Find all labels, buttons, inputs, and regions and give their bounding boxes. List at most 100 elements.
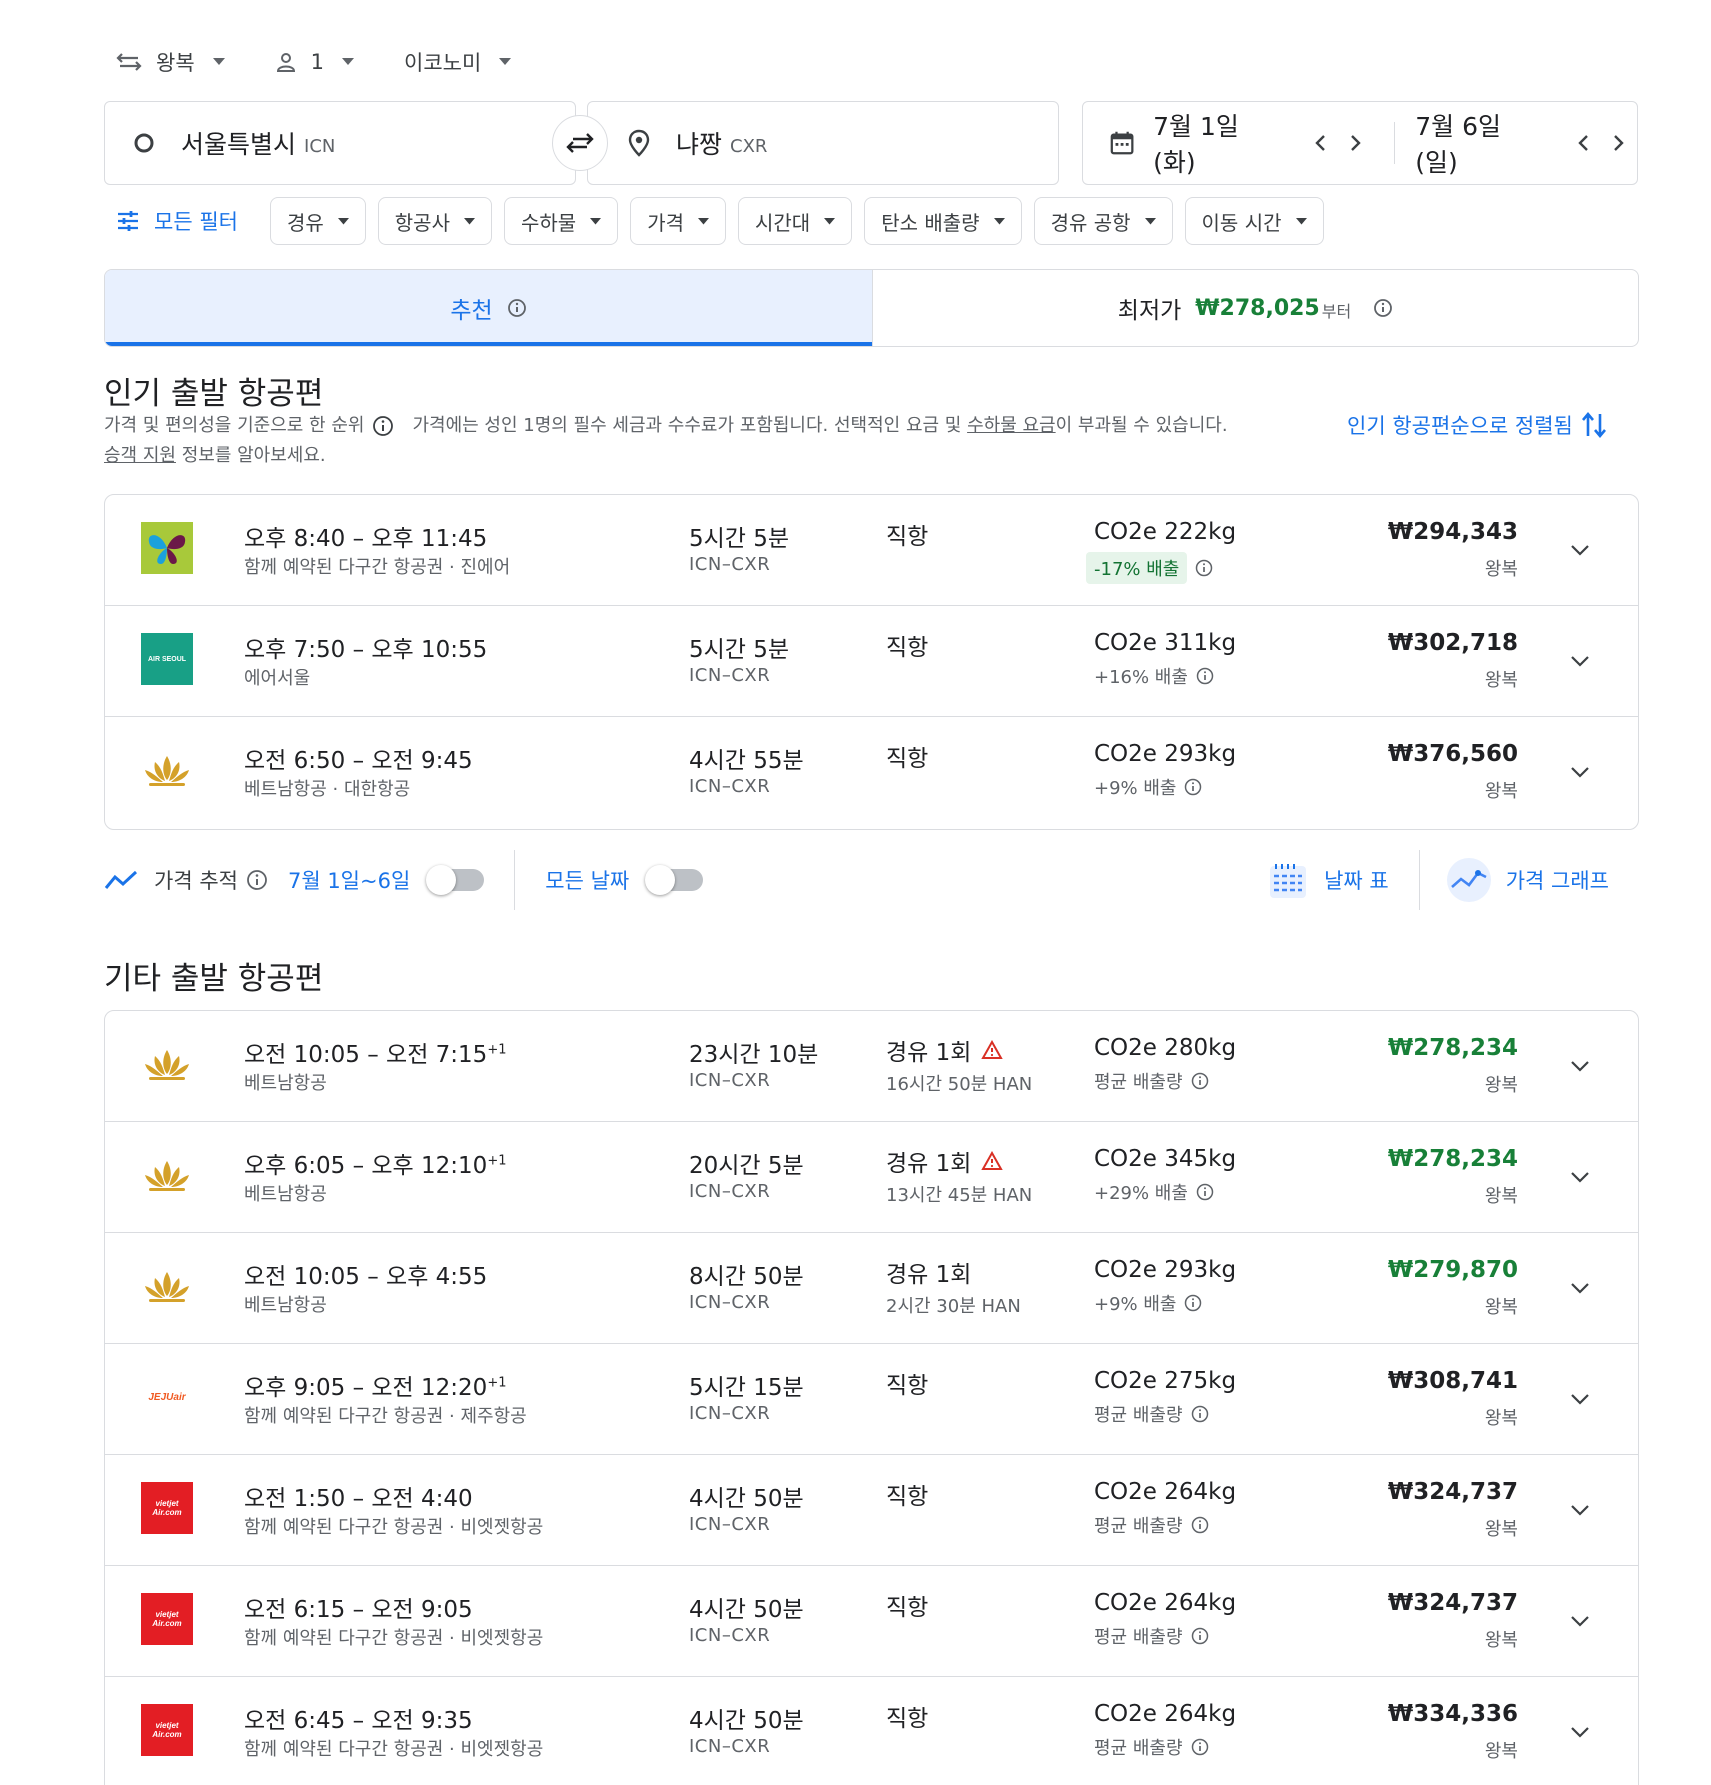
expand-flight-button[interactable] — [1562, 1492, 1598, 1528]
flight-duration: 4시간 50분 — [689, 1597, 804, 1623]
price-graph-button[interactable]: 가격 그래프 — [1446, 857, 1609, 903]
info-icon[interactable] — [1191, 1627, 1209, 1645]
filter-chip[interactable]: 경유 공항 — [1033, 197, 1173, 245]
filter-chip[interactable]: 수하물 — [503, 197, 619, 245]
info-icon[interactable] — [1373, 298, 1393, 318]
expand-flight-button[interactable] — [1562, 1603, 1598, 1639]
trip-type: 왕복 — [1484, 1186, 1518, 1207]
calendar-icon — [1110, 131, 1134, 155]
chevron-down-icon — [1571, 545, 1589, 556]
return-prev-button[interactable] — [1565, 123, 1601, 163]
trip-type: 왕복 — [1484, 1741, 1518, 1762]
expand-flight-button[interactable] — [1562, 1381, 1598, 1417]
airline-name: 베트남항공 · 대한항공 — [244, 779, 411, 800]
vietnam-airlines-lotus-logo — [145, 1050, 189, 1080]
flight-route: ICN–CXR — [689, 1181, 771, 1202]
expand-flight-button[interactable] — [1562, 1048, 1598, 1084]
emission-text: +29% 배출 — [1094, 1183, 1188, 1204]
info-icon[interactable] — [1196, 1183, 1214, 1201]
sort-by-button[interactable]: 인기 항공편순으로 정렬됨 — [1347, 410, 1607, 440]
jejuair-logo: JEJUair — [148, 1391, 186, 1403]
expand-flight-button[interactable] — [1562, 1159, 1598, 1195]
trip-type-select[interactable]: 왕복 — [116, 47, 239, 77]
tab-lowest-suffix: 부터 — [1321, 302, 1352, 321]
location-pin-icon — [628, 129, 650, 157]
expand-flight-button[interactable] — [1562, 532, 1598, 568]
expand-flight-button[interactable] — [1562, 643, 1598, 679]
flight-row[interactable]: AIR SEOUL 오후 7:50 – 오후 10:55 에어서울 5시간 5분 ICN… — [105, 606, 1638, 717]
flight-row[interactable]: vietjet Air.com 오전 1:50 – 오전 4:40 함께 예약된 다… — [105, 1455, 1638, 1566]
departure-next-button[interactable] — [1338, 123, 1374, 163]
destination-field[interactable]: 냐짱 CXR — [587, 101, 1059, 185]
flight-row[interactable]: 오후 6:05 – 오후 12:10+1 베트남항공 20시간 5분 ICN–CXR 경… — [105, 1122, 1638, 1233]
tab-lowest-price[interactable]: 최저가 ₩278,025 부터 — [873, 270, 1638, 346]
flight-route: ICN–CXR — [689, 665, 771, 686]
filter-chip[interactable]: 탄소 배출량 — [864, 197, 1022, 245]
origin-code: ICN — [304, 135, 336, 157]
info-icon[interactable] — [1191, 1405, 1209, 1423]
flight-times-text: 오후 9:05 – 오전 12:20 — [244, 1375, 488, 1401]
flight-row[interactable]: vietjet Air.com 오전 6:15 – 오전 9:05 함께 예약된 다… — [105, 1566, 1638, 1677]
departure-date[interactable]: 7월 1일 (화) — [1109, 107, 1302, 179]
info-icon[interactable] — [246, 869, 268, 891]
filter-chip[interactable]: 경유 — [269, 197, 366, 245]
origin-field[interactable]: 서울특별시 ICN — [104, 101, 576, 185]
flight-times: 오후 6:05 – 오후 12:10+1 — [244, 1146, 507, 1180]
expand-flight-button[interactable] — [1562, 754, 1598, 790]
flight-times-text: 오전 10:05 – 오후 4:55 — [244, 1264, 488, 1290]
info-icon[interactable] — [1184, 1294, 1202, 1312]
all-filters-button[interactable]: 모든 필터 — [116, 206, 238, 236]
return-next-button[interactable] — [1601, 123, 1637, 163]
filter-chip[interactable]: 시간대 — [738, 197, 853, 245]
departure-prev-button[interactable] — [1302, 123, 1338, 163]
filter-chip-label: 항공사 — [394, 210, 450, 235]
flight-row[interactable]: 오후 8:40 – 오후 11:45 함께 예약된 다구간 항공권 · 진에어 5시… — [105, 495, 1638, 606]
caret-down-icon — [463, 217, 475, 224]
swap-route-button[interactable] — [552, 115, 608, 171]
flight-row[interactable]: 오전 10:05 – 오전 7:15+1 베트남항공 23시간 10분 ICN–CXR… — [105, 1011, 1638, 1122]
filter-chips: 경유 항공사 수하물 가격 시간대 탄소 배출량 경유 공항 이동 시간 — [269, 197, 1336, 245]
tab-recommended[interactable]: 추천 — [105, 270, 873, 346]
passenger-assist-link[interactable]: 승객 지원 — [104, 445, 176, 466]
flight-row[interactable]: JEJUair 오후 9:05 – 오전 12:20+1 함께 예약된 다구간 항공… — [105, 1344, 1638, 1455]
co2-emission: CO2e 264kg — [1094, 1479, 1237, 1505]
caret-down-icon — [993, 217, 1005, 224]
filter-chip[interactable]: 가격 — [630, 197, 726, 245]
cabin-class-select[interactable]: 이코노미 — [404, 47, 525, 77]
dates-field: 7월 1일 (화) 7월 6일 (일) — [1082, 101, 1638, 185]
vietjet-logo: vietjet Air.com — [141, 1482, 193, 1534]
emission-comparison: 평균 배출량 — [1094, 1623, 1209, 1649]
flight-row[interactable]: 오전 10:05 – 오후 4:55 베트남항공 8시간 50분 ICN–CXR 경유 … — [105, 1233, 1638, 1344]
expand-flight-button[interactable] — [1562, 1714, 1598, 1750]
date-grid-button[interactable]: 날짜 표 — [1268, 860, 1389, 900]
expand-flight-button[interactable] — [1562, 1270, 1598, 1306]
flight-price: ₩376,560 — [1387, 741, 1518, 767]
layover-info: 2시간 30분 HAN — [886, 1296, 1021, 1317]
info-icon[interactable] — [1184, 778, 1202, 796]
info-icon[interactable] — [372, 415, 394, 437]
filter-chip[interactable]: 이동 시간 — [1184, 197, 1324, 245]
baggage-fee-link[interactable]: 수하물 요금 — [967, 411, 1056, 441]
info-icon[interactable] — [1191, 1516, 1209, 1534]
trip-type: 왕복 — [1484, 781, 1518, 802]
passengers-select[interactable]: 1 — [275, 50, 368, 74]
chevron-down-icon — [1571, 1394, 1589, 1405]
flight-route: ICN–CXR — [689, 554, 771, 575]
co2-emission: CO2e 275kg — [1094, 1368, 1237, 1394]
info-icon[interactable] — [1196, 667, 1214, 685]
track-dates-toggle[interactable] — [426, 865, 485, 895]
flight-row[interactable]: 오전 6:50 – 오전 9:45 베트남항공 · 대한항공 4시간 55분 ICN–… — [105, 717, 1638, 828]
all-dates-toggle[interactable] — [645, 865, 704, 895]
chevron-down-icon — [1571, 1061, 1589, 1072]
flight-row[interactable]: vietjet Air.com 오전 6:45 – 오전 9:35 함께 예약된 다… — [105, 1677, 1638, 1785]
flight-stops: 경유 1회 — [886, 1255, 971, 1289]
info-icon[interactable] — [507, 298, 527, 318]
return-date[interactable]: 7월 6일 (일) — [1415, 107, 1565, 179]
warning-icon — [981, 1151, 1004, 1170]
info-icon[interactable] — [1191, 1738, 1209, 1756]
filter-chip-label: 이동 시간 — [1201, 210, 1282, 235]
info-icon[interactable] — [1191, 1072, 1209, 1090]
filter-chip[interactable]: 항공사 — [377, 197, 492, 245]
flight-times-text: 오후 6:05 – 오후 12:10 — [244, 1153, 488, 1179]
info-icon[interactable] — [1195, 559, 1213, 577]
